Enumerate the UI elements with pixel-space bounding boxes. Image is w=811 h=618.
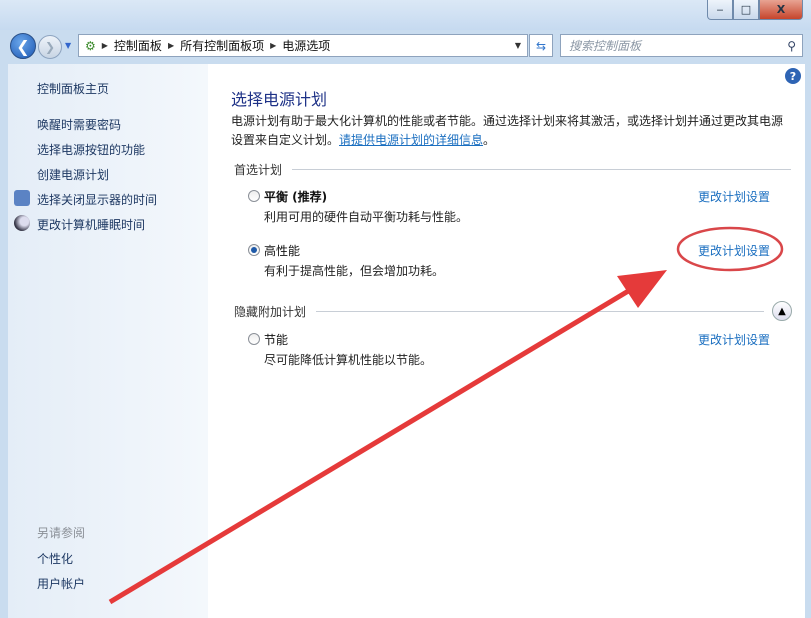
refresh-icon: ⇆: [536, 39, 546, 53]
back-arrow-icon: ❮: [16, 37, 29, 56]
sidebar-link-display-off[interactable]: 选择关闭显示器的时间: [37, 191, 157, 208]
plan-description: 尽可能降低计算机性能以节能。: [264, 351, 432, 368]
breadcrumb-control-panel[interactable]: 控制面板: [114, 37, 162, 54]
preferred-plans-group: 首选计划: [234, 161, 791, 178]
page-title: 选择电源计划: [231, 86, 327, 110]
divider: [292, 169, 791, 170]
hidden-plans-label: 隐藏附加计划: [234, 303, 306, 320]
forward-button[interactable]: ❯: [38, 35, 62, 59]
close-button[interactable]: X: [759, 0, 803, 20]
change-plan-settings-balanced[interactable]: 更改计划设置: [698, 188, 770, 205]
minimize-button[interactable]: ‒: [707, 0, 733, 20]
help-icon[interactable]: ?: [785, 68, 801, 84]
see-also-heading: 另请参阅: [37, 524, 85, 541]
sidebar-link-wake-password[interactable]: 唤醒时需要密码: [37, 116, 121, 133]
hidden-plans-group: 隐藏附加计划: [234, 303, 764, 320]
chevron-right-icon[interactable]: ▶: [270, 41, 276, 50]
sidebar-link-create-plan[interactable]: 创建电源计划: [37, 166, 109, 183]
collapse-chevron-up-icon[interactable]: ▲: [772, 301, 792, 321]
moon-icon: [14, 215, 30, 231]
description-text: 电源计划有助于最大化计算机的性能或者节能。通过选择计划来将其激活，或选择计划并通…: [231, 114, 783, 147]
chevron-right-icon[interactable]: ▶: [102, 41, 108, 50]
control-panel-icon: ⚙: [85, 39, 96, 53]
refresh-button[interactable]: ⇆: [529, 34, 553, 57]
address-bar[interactable]: ⚙ ▶ 控制面板 ▶ 所有控制面板项 ▶ 电源选项 ▼: [78, 34, 528, 57]
page-description: 电源计划有助于最大化计算机的性能或者节能。通过选择计划来将其激活，或选择计划并通…: [231, 112, 791, 150]
plan-balanced-radio[interactable]: [248, 190, 260, 202]
divider: [316, 311, 764, 312]
maximize-button[interactable]: □: [733, 0, 759, 20]
preferred-plans-label: 首选计划: [234, 161, 282, 178]
breadcrumb-power-options[interactable]: 电源选项: [282, 37, 330, 54]
sidebar-link-sleep-time[interactable]: 更改计算机睡眠时间: [37, 216, 145, 233]
plan-description: 利用可用的硬件自动平衡功耗与性能。: [264, 208, 468, 225]
main-content: ? 选择电源计划 电源计划有助于最大化计算机的性能或者节能。通过选择计划来将其激…: [208, 64, 805, 618]
sidebar-home-link[interactable]: 控制面板主页: [37, 80, 109, 97]
search-placeholder: 搜索控制面板: [569, 37, 641, 54]
plan-name[interactable]: 高性能: [264, 242, 300, 259]
sidebar-link-power-buttons[interactable]: 选择电源按钮的功能: [37, 141, 145, 158]
navigation-bar: ❮ ❯ ▼ ⚙ ▶ 控制面板 ▶ 所有控制面板项 ▶ 电源选项 ▼ ⇆ 搜索控制…: [0, 32, 811, 60]
plan-high-performance-radio[interactable]: [248, 244, 260, 256]
chevron-right-icon[interactable]: ▶: [168, 41, 174, 50]
search-input[interactable]: 搜索控制面板 ⚲: [560, 34, 803, 57]
plan-name[interactable]: 平衡 (推荐): [264, 188, 327, 205]
sidebar: 控制面板主页 唤醒时需要密码 选择电源按钮的功能 创建电源计划 选择关闭显示器的…: [8, 64, 208, 618]
plan-details-link[interactable]: 请提供电源计划的详细信息: [339, 133, 483, 147]
address-dropdown-icon[interactable]: ▼: [515, 41, 521, 50]
back-button[interactable]: ❮: [10, 33, 36, 59]
plan-description: 有利于提高性能，但会增加功耗。: [264, 262, 444, 279]
sidebar-link-user-accounts[interactable]: 用户帐户: [37, 575, 85, 592]
title-bar: ‒ □ X: [0, 0, 811, 30]
window-border: [805, 64, 811, 618]
breadcrumb-all-items[interactable]: 所有控制面板项: [180, 37, 264, 54]
plan-name[interactable]: 节能: [264, 331, 288, 348]
forward-arrow-icon: ❯: [45, 40, 55, 54]
change-plan-settings-power-saver[interactable]: 更改计划设置: [698, 331, 770, 348]
plan-power-saver-radio[interactable]: [248, 333, 260, 345]
description-end: 。: [483, 133, 495, 147]
display-clock-icon: [14, 190, 30, 206]
recent-pages-dropdown[interactable]: ▼: [65, 41, 71, 50]
sidebar-link-personalization[interactable]: 个性化: [37, 550, 73, 567]
search-icon[interactable]: ⚲: [787, 39, 796, 53]
change-plan-settings-high-performance[interactable]: 更改计划设置: [698, 242, 770, 259]
